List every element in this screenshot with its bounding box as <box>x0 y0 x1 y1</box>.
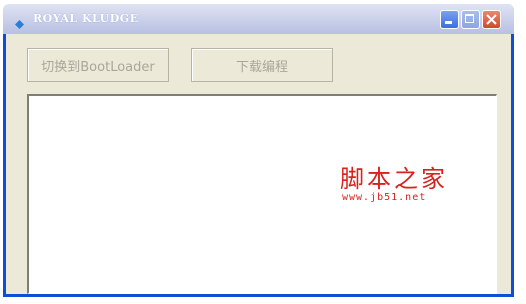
download-program-button[interactable]: 下载编程 <box>191 48 333 82</box>
client-area: 切换到BootLoader 下载编程 脚本之家 www.jb51.net <box>6 34 511 294</box>
maximize-button <box>461 10 480 29</box>
app-diamond-icon <box>15 14 24 29</box>
close-icon <box>486 14 497 25</box>
watermark-title: 脚本之家 <box>340 165 448 193</box>
close-button[interactable] <box>482 10 501 29</box>
minimize-button[interactable] <box>440 10 459 29</box>
title-bar[interactable]: ROYAL KLUDGE <box>3 4 514 34</box>
switch-to-bootloader-button[interactable]: 切换到BootLoader <box>27 48 169 82</box>
window-title: ROYAL KLUDGE <box>33 12 139 25</box>
app-window: ROYAL KLUDGE 切换到BootLoader 下载编程 脚本之家 www… <box>3 4 514 297</box>
log-textarea[interactable] <box>27 94 497 294</box>
watermark-url: www.jb51.net <box>342 192 427 203</box>
